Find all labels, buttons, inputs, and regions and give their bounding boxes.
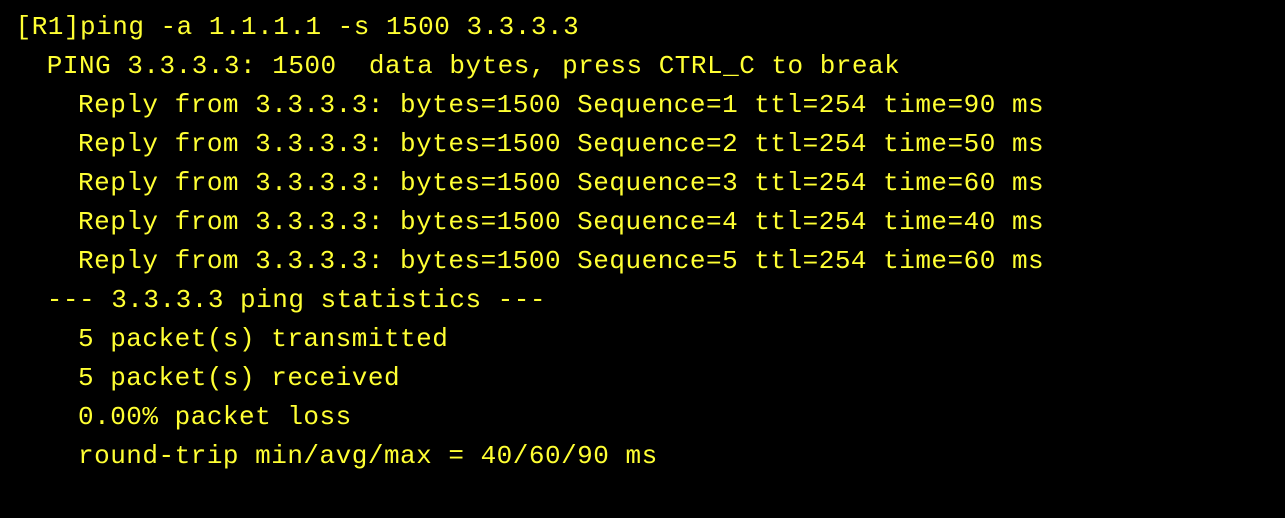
- command-text: ping -a 1.1.1.1 -s 1500 3.3.3.3: [80, 12, 579, 42]
- ping-reply: Reply from 3.3.3.3: bytes=1500 Sequence=…: [0, 203, 1285, 242]
- stats-transmitted: 5 packet(s) transmitted: [0, 320, 1285, 359]
- stats-loss: 0.00% packet loss: [0, 398, 1285, 437]
- ping-reply: Reply from 3.3.3.3: bytes=1500 Sequence=…: [0, 164, 1285, 203]
- stats-received: 5 packet(s) received: [0, 359, 1285, 398]
- ping-reply: Reply from 3.3.3.3: bytes=1500 Sequence=…: [0, 86, 1285, 125]
- stats-rtt: round-trip min/avg/max = 40/60/90 ms: [0, 437, 1285, 476]
- command-line[interactable]: [R1]ping -a 1.1.1.1 -s 1500 3.3.3.3: [0, 8, 1285, 47]
- stats-header: --- 3.3.3.3 ping statistics ---: [0, 281, 1285, 320]
- ping-reply: Reply from 3.3.3.3: bytes=1500 Sequence=…: [0, 242, 1285, 281]
- prompt: [R1]: [16, 12, 80, 42]
- ping-reply: Reply from 3.3.3.3: bytes=1500 Sequence=…: [0, 125, 1285, 164]
- ping-header: PING 3.3.3.3: 1500 data bytes, press CTR…: [0, 47, 1285, 86]
